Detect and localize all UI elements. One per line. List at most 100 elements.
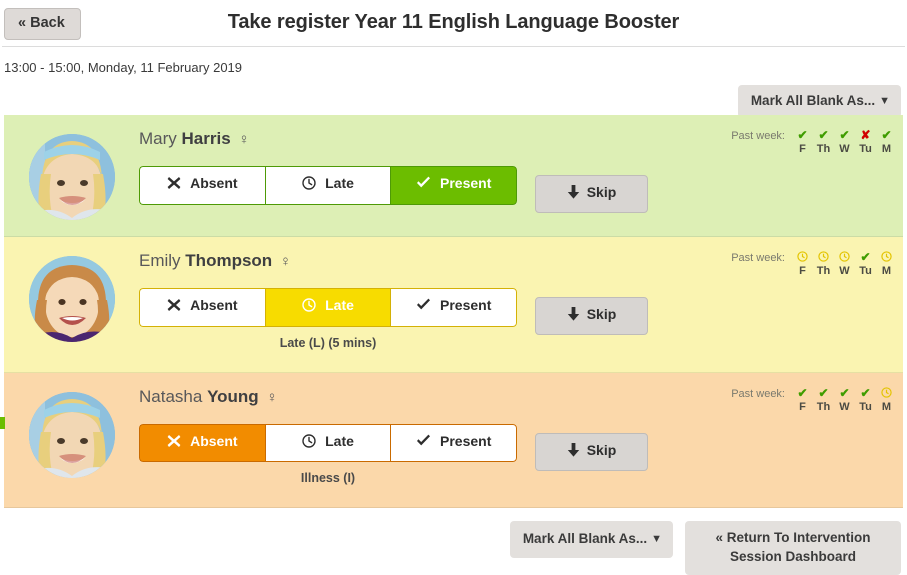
avatar-photo-natasha-young — [29, 392, 115, 478]
gender-female-icon: ♀ — [280, 253, 291, 270]
page-header: « Back Take register Year 11 English Lan… — [0, 0, 907, 46]
row-spacer — [139, 485, 482, 507]
past-week-mark-late-icon — [876, 387, 897, 401]
skip-cell: Skip — [482, 115, 715, 213]
mark-all-blank-as-dropdown-top[interactable]: Mark All Blank As... ▼ — [738, 85, 901, 118]
past-week-day-label: Th — [813, 401, 834, 414]
past-week-day: M — [876, 387, 897, 414]
past-week-day-label: W — [834, 265, 855, 278]
clock-icon — [302, 434, 316, 451]
student-first-name: Emily — [139, 251, 181, 270]
arrow-down-icon — [567, 307, 580, 324]
avatar-photo-mary-harris — [29, 134, 115, 220]
past-week-summary: Past week: ✔ F ✔ Th ✔ W ✔ Tu — [715, 373, 903, 414]
past-week-day: ✔ M — [876, 129, 897, 156]
clock-icon — [302, 176, 316, 193]
chevron-down-icon: ▼ — [879, 95, 890, 108]
student-last-name: Harris — [182, 129, 231, 148]
chevron-down-icon: ▼ — [651, 533, 662, 546]
avatar — [29, 392, 115, 478]
past-week-day: ✔ W — [834, 129, 855, 156]
table-row: Emily Thompson ♀ Absent Late — [4, 237, 903, 373]
past-week-mark-present-icon: ✔ — [876, 129, 897, 143]
register-list: Mary Harris ♀ Absent Late — [4, 115, 903, 508]
arrow-down-icon — [567, 443, 580, 460]
mark-all-label-top: Mark All Blank As... — [751, 93, 875, 108]
skip-label: Skip — [587, 442, 617, 458]
return-to-dashboard-button[interactable]: « Return To Intervention Session Dashboa… — [685, 521, 901, 574]
past-week-day: W — [834, 251, 855, 278]
row-status-tab — [0, 417, 5, 429]
attendance-note: Late (L) (5 mins) — [139, 327, 517, 350]
past-week-day: ✔ F — [792, 129, 813, 156]
past-week-mark-present-icon: ✔ — [792, 129, 813, 143]
late-label: Late — [325, 433, 354, 449]
past-week-label: Past week: — [731, 251, 785, 264]
past-week-mark-present-icon: ✔ — [834, 387, 855, 401]
absent-button[interactable]: Absent — [139, 288, 265, 326]
top-toolbar: Mark All Blank As... ▼ — [0, 75, 907, 115]
attendance-button-group: Absent Late Present — [139, 288, 517, 326]
gender-female-icon: ♀ — [266, 389, 277, 406]
skip-button[interactable]: Skip — [535, 433, 648, 471]
page-title: Take register Year 11 English Language B… — [0, 11, 907, 34]
late-button[interactable]: Late — [265, 288, 391, 326]
late-label: Late — [325, 297, 354, 313]
past-week-mark-late-icon — [876, 251, 897, 265]
skip-button[interactable]: Skip — [535, 297, 648, 335]
past-week-day: F — [792, 251, 813, 278]
past-week-day: ✔ Th — [813, 129, 834, 156]
past-week-mark-present-icon: ✔ — [813, 387, 834, 401]
check-icon — [416, 434, 431, 451]
past-week-mark-late-icon — [834, 251, 855, 265]
avatar-cell — [4, 237, 139, 342]
late-button[interactable]: Late — [265, 166, 391, 204]
past-week-mark-present-icon: ✔ — [813, 129, 834, 143]
past-week-day: ✔ Tu — [855, 387, 876, 414]
student-name: Emily Thompson ♀ — [139, 251, 482, 271]
absent-label: Absent — [190, 297, 237, 313]
past-week-day: M — [876, 251, 897, 278]
attendance-button-group: Absent Late Present — [139, 424, 517, 462]
footer-actions: Mark All Blank As... ▼ « Return To Interv… — [510, 521, 901, 574]
past-week-day-label: M — [876, 401, 897, 414]
avatar-cell — [4, 373, 139, 478]
past-week-day-label: Th — [813, 143, 834, 156]
absent-button[interactable]: Absent — [139, 424, 265, 462]
past-week-day-label: Tu — [855, 401, 876, 414]
mark-all-label-bottom: Mark All Blank As... — [523, 531, 647, 546]
student-last-name: Young — [207, 387, 259, 406]
absent-label: Absent — [190, 433, 237, 449]
past-week-day-label: F — [792, 143, 813, 156]
past-week-day: Th — [813, 251, 834, 278]
past-week-day: ✔ W — [834, 387, 855, 414]
table-row: Mary Harris ♀ Absent Late — [4, 115, 903, 237]
cross-icon — [167, 298, 181, 315]
past-week-day-label: F — [792, 401, 813, 414]
past-week-mark-present-icon: ✔ — [792, 387, 813, 401]
late-label: Late — [325, 175, 354, 191]
session-datetime: 13:00 - 15:00, Monday, 11 February 2019 — [0, 47, 907, 75]
past-week-day-label: Tu — [855, 265, 876, 278]
past-week-day-label: M — [876, 265, 897, 278]
student-first-name: Natasha — [139, 387, 202, 406]
past-week-mark-present-icon: ✔ — [834, 129, 855, 143]
skip-label: Skip — [587, 184, 617, 200]
cross-icon — [167, 434, 181, 451]
past-week-mark-present-icon: ✔ — [855, 387, 876, 401]
student-body: Mary Harris ♀ Absent Late — [139, 115, 482, 236]
gender-female-icon: ♀ — [238, 131, 249, 148]
absent-button[interactable]: Absent — [139, 166, 265, 204]
past-week-day-label: W — [834, 401, 855, 414]
student-body: Emily Thompson ♀ Absent Late — [139, 237, 482, 372]
absent-label: Absent — [190, 175, 237, 191]
student-first-name: Mary — [139, 129, 177, 148]
student-name: Natasha Young ♀ — [139, 387, 482, 407]
late-button[interactable]: Late — [265, 424, 391, 462]
attendance-note: Illness (I) — [139, 462, 517, 485]
past-week-day: ✘ Tu — [855, 129, 876, 156]
past-week-day: ✔ Tu — [855, 251, 876, 278]
student-last-name: Thompson — [185, 251, 272, 270]
skip-button[interactable]: Skip — [535, 175, 648, 213]
mark-all-blank-as-dropdown-bottom[interactable]: Mark All Blank As... ▼ — [510, 521, 673, 558]
